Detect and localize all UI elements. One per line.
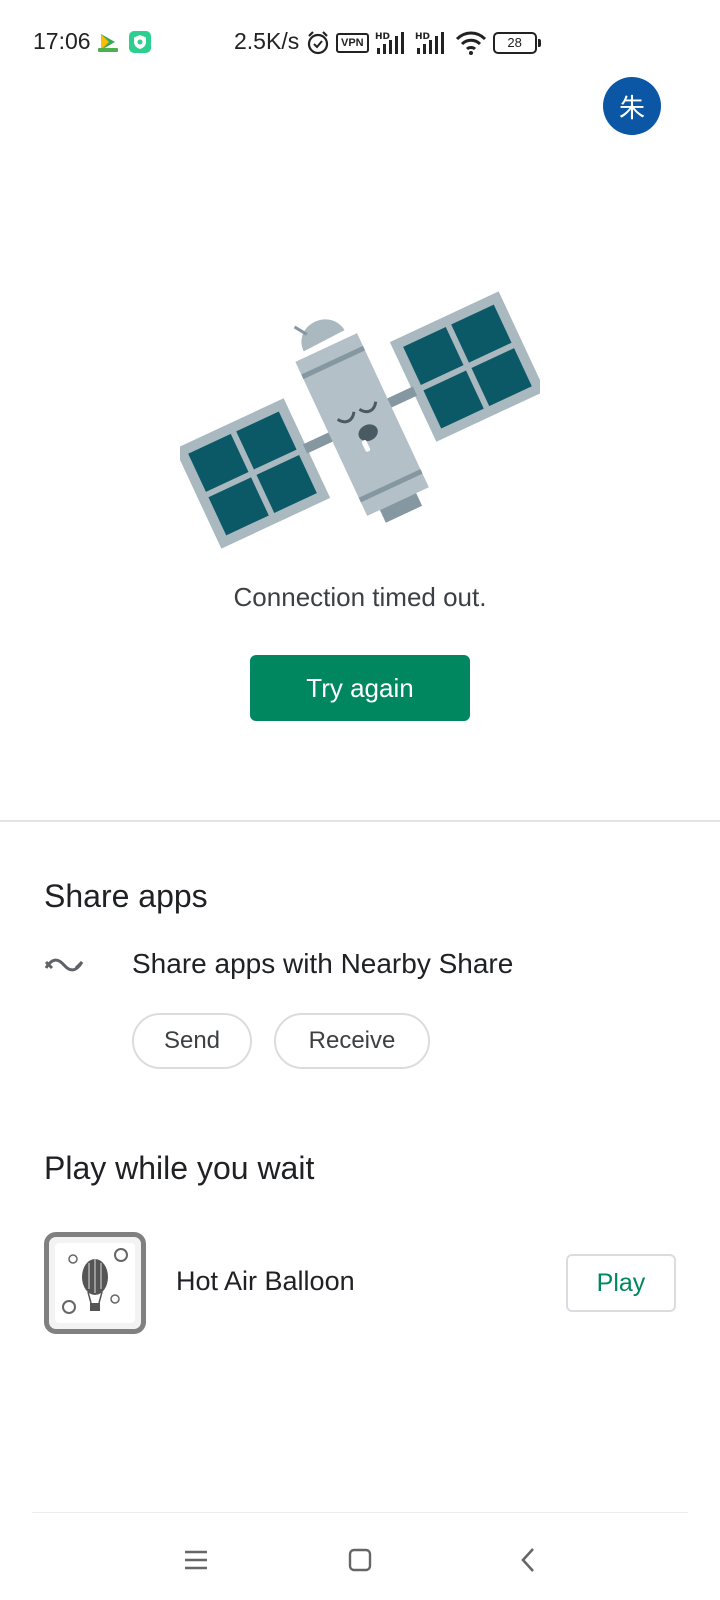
nav-divider	[32, 1512, 688, 1513]
wifi-icon	[455, 31, 486, 55]
try-again-button[interactable]: Try again	[250, 655, 470, 721]
account-avatar[interactable]: 朱	[603, 77, 661, 135]
nearby-share-icon	[44, 958, 84, 972]
status-bar: 17:06 2.5K/s VPN HD HD 28	[0, 0, 720, 86]
back-icon[interactable]	[498, 1535, 558, 1585]
satellite-illustration	[180, 291, 540, 549]
signal-hd-icon: HD	[375, 32, 404, 54]
signal-hd-icon: HD	[415, 32, 444, 54]
battery-icon: 28	[492, 32, 541, 54]
receive-button[interactable]: Receive	[274, 1013, 430, 1069]
hot-air-balloon-icon[interactable]	[44, 1232, 146, 1334]
status-time: 17:06	[33, 28, 91, 54]
menu-icon[interactable]	[166, 1535, 226, 1585]
svg-text:HD: HD	[375, 32, 390, 42]
play-button[interactable]: Play	[566, 1254, 676, 1312]
error-message: Connection timed out.	[233, 582, 487, 612]
hot-air-balloon-graphic	[55, 1243, 135, 1323]
svg-text:HD: HD	[415, 32, 430, 42]
alarm-icon	[307, 31, 329, 55]
vpn-icon: VPN	[336, 33, 369, 53]
shield-icon	[129, 31, 151, 53]
send-button[interactable]: Send	[132, 1013, 252, 1069]
status-icons: VPN HD HD 28	[306, 28, 541, 58]
section-divider	[0, 820, 720, 822]
share-apps-title: Share apps	[44, 878, 208, 914]
play-store-icon	[98, 34, 118, 52]
home-icon[interactable]	[330, 1535, 390, 1585]
game-title: Hot Air Balloon	[176, 1266, 355, 1296]
play-while-wait-title: Play while you wait	[44, 1150, 315, 1186]
nearby-share-label: Share apps with Nearby Share	[132, 948, 514, 979]
network-speed: 2.5K/s	[234, 28, 300, 54]
